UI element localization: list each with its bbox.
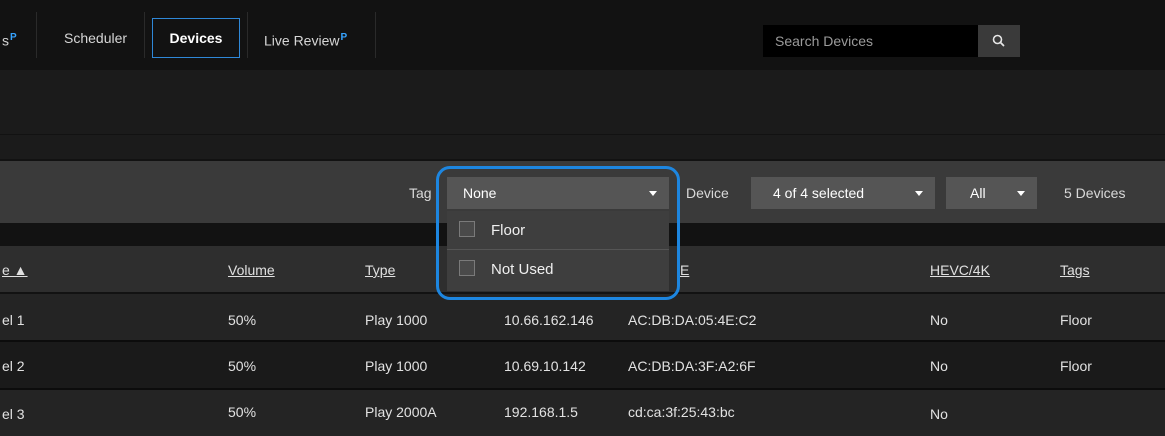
caret-down-icon — [915, 191, 923, 196]
column-header-mac[interactable]: E — [680, 262, 689, 278]
nav-divider — [36, 12, 37, 58]
checkbox-icon[interactable] — [459, 260, 475, 276]
device-select[interactable]: 4 of 4 selected — [751, 177, 935, 209]
cell-type: Play 1000 — [365, 312, 428, 328]
nav-item-partial[interactable]: sP — [2, 30, 17, 49]
tag-filter-label: Tag — [409, 185, 432, 201]
tag-option-label: Floor — [491, 222, 526, 239]
cell-type: Play 1000 — [365, 358, 428, 374]
cell-hevc: No — [930, 312, 948, 328]
device-filter-label: Device — [686, 185, 729, 201]
nav-item-scheduler[interactable]: Scheduler — [64, 30, 127, 46]
caret-down-icon — [649, 191, 657, 196]
nav-divider — [247, 12, 248, 58]
cell-volume: 50% — [228, 312, 257, 328]
column-header-type[interactable]: Type — [365, 262, 395, 278]
cell-type: Play 2000A — [365, 404, 437, 420]
table-row[interactable] — [0, 390, 1165, 436]
nav-item-live-review[interactable]: Live ReviewP — [264, 30, 347, 49]
cell-tags: Floor — [1060, 358, 1092, 374]
cell-name: el 2 — [2, 358, 25, 374]
device-count: 5 Devices — [1064, 185, 1126, 201]
nav-item-devices[interactable]: Devices — [152, 18, 240, 58]
checkbox-icon[interactable] — [459, 221, 475, 237]
cell-mac: cd:ca:3f:25:43:bc — [628, 404, 735, 420]
cell-mac: AC:DB:DA:05:4E:C2 — [628, 312, 757, 328]
column-header-volume[interactable]: Volume — [228, 262, 275, 278]
tag-option-label: Not Used — [491, 261, 554, 278]
nav-divider — [144, 12, 145, 58]
cell-hevc: No — [930, 406, 948, 422]
search-icon — [992, 34, 1005, 47]
column-header-hevc[interactable]: HEVC/4K — [930, 262, 990, 278]
nav-divider — [375, 12, 376, 58]
column-header-tags[interactable]: Tags — [1060, 262, 1090, 278]
cell-name: el 1 — [2, 312, 25, 328]
cell-mac: AC:DB:DA:3F:A2:6F — [628, 358, 756, 374]
tag-option-floor[interactable]: Floor — [447, 211, 669, 249]
toolbar-band — [0, 70, 1165, 134]
cell-volume: 50% — [228, 358, 257, 374]
cell-name: el 3 — [2, 406, 25, 422]
tag-option-not-used[interactable]: Not Used — [447, 250, 669, 288]
search-input[interactable] — [763, 25, 978, 57]
all-select[interactable]: All — [946, 177, 1037, 209]
cell-tags: Floor — [1060, 312, 1092, 328]
cell-volume: 50% — [228, 404, 257, 420]
tag-select-value: None — [463, 185, 497, 201]
search-button[interactable] — [978, 25, 1020, 57]
tag-dropdown-menu: Floor Not Used — [447, 211, 669, 291]
cell-ip: 192.168.1.5 — [504, 404, 578, 420]
cell-ip: 10.66.162.146 — [504, 312, 594, 328]
spacer-band — [0, 135, 1165, 159]
device-select-value: 4 of 4 selected — [773, 185, 865, 201]
all-select-value: All — [970, 185, 986, 201]
cell-hevc: No — [930, 358, 948, 374]
cell-ip: 10.69.10.142 — [504, 358, 586, 374]
tag-select[interactable]: None — [447, 177, 669, 209]
column-header-name[interactable]: e ▲ — [2, 262, 28, 278]
caret-down-icon — [1017, 191, 1025, 196]
